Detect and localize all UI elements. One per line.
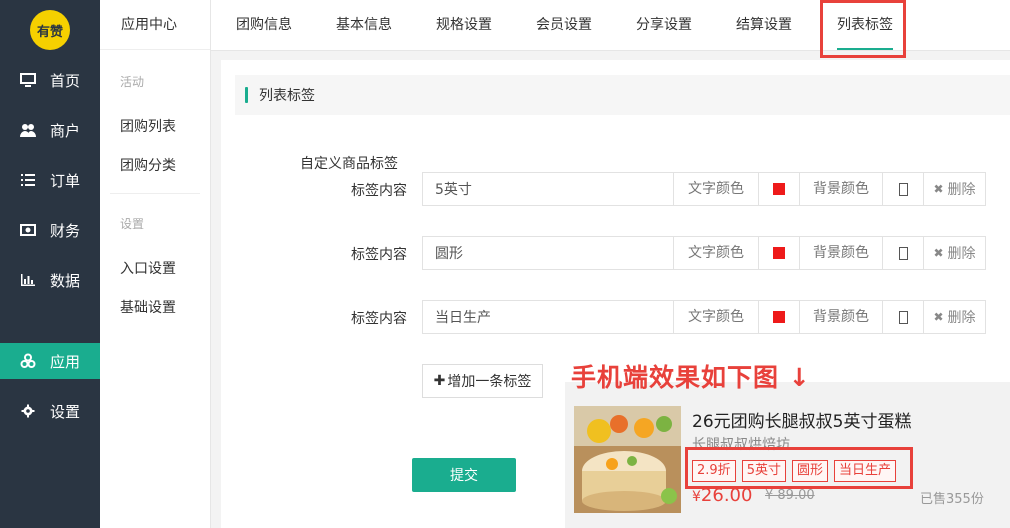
delete-button[interactable]: ✖ 删除 — [924, 173, 985, 205]
apps-icon — [20, 353, 36, 369]
delete-label: 删除 — [947, 246, 976, 262]
delete-label: 删除 — [947, 310, 976, 326]
tag-row-label: 标签内容 — [351, 247, 407, 263]
subnav-item-entry-settings[interactable]: 入口设置 — [120, 258, 176, 278]
preview-note: 手机端效果如下图 ↓ — [571, 363, 811, 392]
text-color-picker[interactable] — [759, 301, 800, 333]
bg-color-picker[interactable] — [883, 237, 924, 269]
delete-label: 删除 — [947, 182, 976, 198]
tag-row: 文字颜色 背景颜色 ✖删除 — [422, 236, 986, 270]
bg-color-label: 背景颜色 — [800, 237, 883, 269]
money-icon — [20, 222, 36, 238]
users-icon — [20, 122, 36, 138]
tag-content-input[interactable] — [423, 173, 674, 205]
text-color-label: 文字颜色 — [674, 237, 759, 269]
subnav-section-activity: 活动 — [120, 75, 145, 89]
bg-color-label: 背景颜色 — [800, 173, 883, 205]
product-name: 26元团购长腿叔叔5英寸蛋糕 — [692, 412, 912, 432]
tab-member-settings[interactable]: 会员设置 — [536, 0, 592, 50]
subnav-item-groupbuy-list[interactable]: 团购列表 — [120, 116, 176, 136]
delete-button[interactable]: ✖ 删除 — [924, 301, 985, 333]
nav-item-data[interactable]: 数据 — [0, 262, 100, 298]
tab-settlement-settings[interactable]: 结算设置 — [736, 0, 792, 50]
product-photo — [574, 406, 681, 513]
close-icon: ✖ — [933, 310, 944, 324]
text-color-label: 文字颜色 — [674, 301, 759, 333]
nav-label: 应用 — [50, 352, 81, 371]
nav-item-orders[interactable]: 订单 — [0, 162, 100, 198]
original-price: ¥ 89.00 — [765, 488, 815, 503]
subnav-divider — [110, 193, 200, 194]
nav-label: 财务 — [50, 221, 81, 240]
color-swatch-icon — [773, 247, 785, 259]
submit-button[interactable]: 提交 — [412, 458, 516, 492]
nav-label: 首页 — [50, 71, 81, 90]
tag-row: 文字颜色 背景颜色 ✖删除 — [422, 300, 986, 334]
price-value: 26.00 — [700, 485, 753, 506]
color-swatch-icon — [898, 246, 908, 260]
bg-color-picker[interactable] — [883, 301, 924, 333]
tab-spec-settings[interactable]: 规格设置 — [436, 0, 492, 50]
section-accent-bar — [245, 87, 248, 103]
sub-sidebar: 应用中心 活动 团购列表 团购分类 设置 入口设置 基础设置 — [100, 0, 211, 528]
tab-groupbuy-info[interactable]: 团购信息 — [236, 0, 292, 50]
logo: 有赞 — [30, 10, 70, 50]
nav-label: 订单 — [50, 171, 81, 190]
nav-item-merchant[interactable]: 商户 — [0, 112, 100, 148]
sold-count: 已售355份 — [920, 492, 984, 507]
subnav-item-groupbuy-category[interactable]: 团购分类 — [120, 155, 176, 175]
subnav-section-settings: 设置 — [120, 217, 145, 231]
highlight-box-tab — [820, 0, 906, 58]
nav-item-apps[interactable]: 应用 — [0, 343, 100, 379]
form-title: 自定义商品标签 — [300, 156, 398, 172]
bg-color-picker[interactable] — [883, 173, 924, 205]
tag-row-label: 标签内容 — [351, 183, 407, 199]
gear-icon — [20, 403, 36, 419]
nav-label: 设置 — [50, 402, 81, 421]
tag-content-input[interactable] — [423, 237, 674, 269]
close-icon: ✖ — [933, 246, 944, 260]
plus-icon: ✚ — [433, 373, 446, 389]
bar-chart-icon — [20, 272, 36, 288]
product-price: ¥26.00 — [692, 485, 752, 506]
nav-label: 数据 — [50, 271, 81, 290]
bg-color-label: 背景颜色 — [800, 301, 883, 333]
tab-basic-info[interactable]: 基本信息 — [336, 0, 392, 50]
text-color-picker[interactable] — [759, 173, 800, 205]
list-icon — [20, 172, 36, 188]
nav-item-settings[interactable]: 设置 — [0, 393, 100, 429]
currency-symbol: ¥ — [692, 489, 701, 505]
monitor-icon — [20, 72, 36, 88]
delete-button[interactable]: ✖ 删除 — [924, 237, 985, 269]
color-swatch-icon — [898, 310, 908, 324]
section-header: 列表标签 — [235, 75, 1010, 115]
tab-share-settings[interactable]: 分享设置 — [636, 0, 692, 50]
nav-label: 商户 — [50, 121, 81, 140]
add-tag-button[interactable]: ✚ 增加一条标签 — [422, 364, 543, 398]
tag-row-label: 标签内容 — [351, 311, 407, 327]
color-swatch-icon — [773, 311, 785, 323]
text-color-picker[interactable] — [759, 237, 800, 269]
nav-item-home[interactable]: 首页 — [0, 62, 100, 98]
color-swatch-icon — [773, 183, 785, 195]
close-icon: ✖ — [933, 182, 944, 196]
highlight-box-tags — [685, 447, 913, 489]
text-color-label: 文字颜色 — [674, 173, 759, 205]
subnav-header: 应用中心 — [100, 0, 210, 50]
tag-content-input[interactable] — [423, 301, 674, 333]
nav-item-finance[interactable]: 财务 — [0, 212, 100, 248]
tag-row: 文字颜色 背景颜色 ✖删除 — [422, 172, 986, 206]
color-swatch-icon — [898, 182, 908, 196]
main-sidebar: 有赞 首页 商户 订单 财务 数据 应用 设置 — [0, 0, 100, 528]
section-title: 列表标签 — [259, 88, 315, 104]
add-tag-label: 增加一条标签 — [447, 374, 532, 390]
subnav-item-basic-settings[interactable]: 基础设置 — [120, 297, 176, 317]
